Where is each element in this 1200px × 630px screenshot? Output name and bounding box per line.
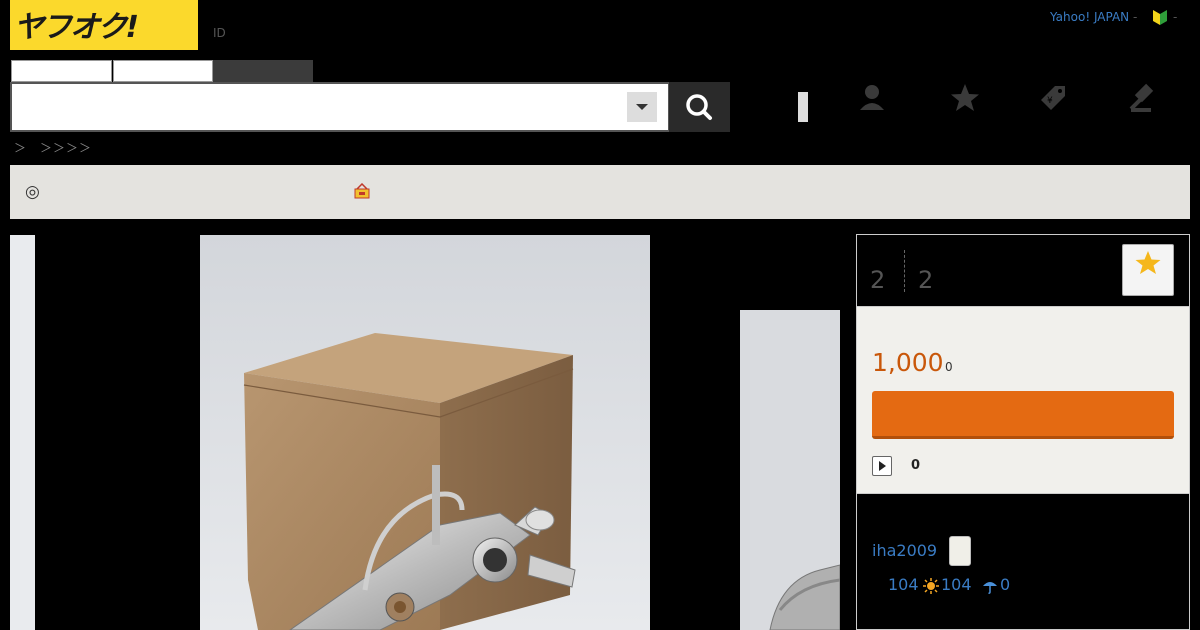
previous-image-thumbnail[interactable]: [10, 235, 35, 630]
star-icon: [1135, 251, 1161, 274]
user-icon[interactable]: [854, 80, 890, 116]
separator-dash-2: -: [1173, 10, 1178, 24]
rating-bad[interactable]: 0: [1000, 575, 1010, 594]
chevron-down-icon: [636, 104, 648, 110]
stats-divider: [904, 250, 905, 292]
category-dropdown[interactable]: [627, 92, 657, 122]
star-icon[interactable]: [947, 80, 983, 116]
seller-id-link[interactable]: iha2009: [872, 541, 937, 560]
search-icon: [686, 94, 712, 120]
umbrella-icon: [983, 582, 997, 594]
campaign-icon[interactable]: [353, 183, 371, 199]
banner-mark: ◎: [25, 182, 40, 202]
bid-count: 0: [911, 458, 921, 473]
seller-panel: [856, 494, 1190, 630]
gavel-icon[interactable]: [1125, 80, 1161, 116]
access-count: 2: [918, 266, 934, 294]
separator-dash: -: [1132, 10, 1138, 24]
next-image-thumbnail[interactable]: [740, 310, 840, 630]
bid-button[interactable]: [872, 391, 1174, 439]
beginner-mark-icon[interactable]: [1152, 8, 1168, 26]
play-button[interactable]: [872, 456, 892, 476]
search-tab-3[interactable]: [213, 60, 313, 82]
seller-badge[interactable]: [949, 536, 971, 566]
current-price: 1,000: [872, 348, 944, 377]
search-input[interactable]: [10, 82, 670, 132]
sun-icon: [923, 578, 939, 594]
notice-banner: [10, 165, 1190, 219]
svg-text:¥: ¥: [1047, 96, 1053, 106]
play-icon: [879, 461, 886, 471]
tax-note: 0: [945, 360, 953, 374]
search-tab-1[interactable]: [11, 60, 112, 82]
watchlist-button[interactable]: [1122, 244, 1174, 296]
id-link[interactable]: ID: [213, 26, 226, 40]
rating-good[interactable]: 104: [941, 575, 972, 594]
search-button[interactable]: [669, 82, 730, 132]
header-divider: [798, 92, 808, 122]
search-tab-2[interactable]: [113, 60, 213, 82]
rating-total[interactable]: 104: [888, 575, 919, 594]
breadcrumb[interactable]: ＞ ＞＞＞＞: [14, 139, 92, 156]
yahoo-japan-link[interactable]: Yahoo! JAPAN -: [1050, 10, 1137, 24]
watch-count: 2: [870, 266, 886, 294]
yahoo-japan-label[interactable]: Yahoo! JAPAN: [1050, 10, 1129, 24]
tag-icon[interactable]: ¥: [1035, 80, 1071, 116]
logo-text: ヤフオク!: [14, 10, 139, 45]
main-product-photo[interactable]: [200, 235, 650, 630]
